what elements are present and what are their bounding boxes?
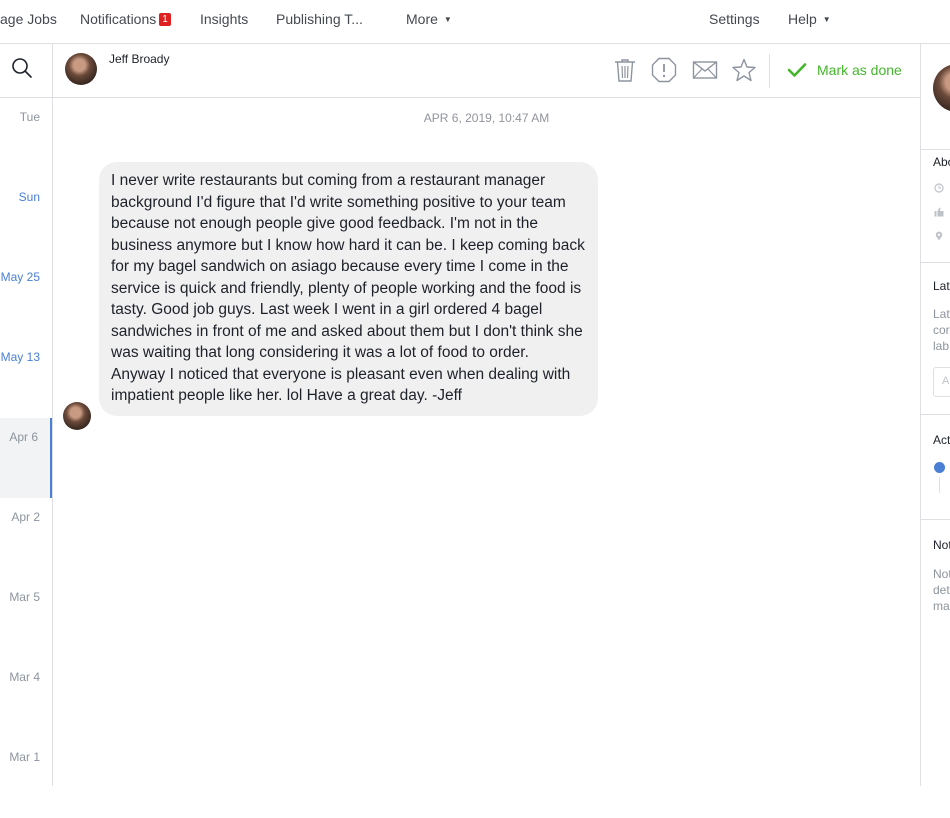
labels-description: Lat: [933, 307, 950, 321]
contact-name[interactable]: Jeff Broady: [109, 52, 169, 66]
conversation-header: Jeff Broady Mark as done: [53, 44, 920, 98]
add-label-placeholder: A: [942, 375, 950, 387]
date-label: Mar 5: [9, 590, 40, 604]
activity-dot: [934, 462, 945, 473]
date-item[interactable]: Sun: [0, 178, 52, 258]
nav-item-label: age Jobs: [0, 11, 57, 27]
clock-icon: [934, 183, 944, 193]
labels-description: lab: [933, 339, 950, 353]
nav-item-notifications[interactable]: Notifications 1: [80, 11, 171, 27]
date-item[interactable]: May 25: [0, 258, 52, 338]
date-item[interactable]: Mar 1: [0, 738, 52, 818]
activity-line: [939, 477, 940, 493]
date-item[interactable]: May 13: [0, 338, 52, 418]
star-icon[interactable]: [731, 57, 757, 83]
nav-item-label: More: [406, 11, 438, 27]
add-label-input[interactable]: A: [933, 367, 950, 397]
nav-item-label: Help: [788, 11, 817, 27]
date-item[interactable]: Tue: [0, 98, 52, 178]
nav-settings[interactable]: Settings: [709, 11, 760, 27]
mark-as-done-label: Mark as done: [817, 62, 902, 78]
divider: [921, 414, 950, 415]
divider: [921, 519, 950, 520]
report-spam-icon[interactable]: [651, 57, 677, 83]
nav-item-publishing-tools[interactable]: Publishing T...: [276, 11, 363, 27]
notes-description: ma: [933, 599, 950, 613]
notes-description: det: [933, 583, 950, 597]
labels-description: cor: [933, 323, 950, 337]
sender-avatar[interactable]: [63, 402, 91, 430]
nav-item-manage-jobs[interactable]: age Jobs: [0, 11, 57, 27]
contact-avatar-large[interactable]: [933, 64, 950, 112]
top-nav: age Jobs Notifications 1 Insights Publish…: [0, 0, 950, 44]
date-label: Sun: [18, 190, 40, 204]
nav-item-label: Notifications: [80, 11, 157, 27]
date-item-selected[interactable]: Apr 6: [0, 418, 52, 498]
trash-icon[interactable]: [612, 57, 638, 83]
activity-heading: Act: [933, 433, 950, 447]
date-item[interactable]: Mar 5: [0, 578, 52, 658]
divider: [921, 149, 950, 150]
caret-down-icon: ▼: [822, 15, 831, 24]
date-label: Apr 2: [11, 510, 40, 524]
mark-as-done-button[interactable]: Mark as done: [787, 58, 902, 82]
search-icon[interactable]: [10, 56, 34, 80]
date-label: May 13: [0, 350, 40, 364]
mail-icon[interactable]: [692, 57, 718, 83]
check-icon: [787, 63, 807, 77]
caret-down-icon: ▼: [443, 15, 452, 24]
date-label: May 25: [0, 270, 40, 284]
notes-heading: Not: [933, 538, 950, 552]
contact-details-panel: Abo Lat Lat cor lab A Act Not Not det ma: [920, 44, 950, 786]
date-label: Mar 4: [9, 670, 40, 684]
message-timestamp: APR 6, 2019, 10:47 AM: [423, 111, 550, 125]
message-bubble: I never write restaurants but coming fro…: [99, 162, 598, 416]
date-item[interactable]: Apr 2: [0, 498, 52, 578]
date-label: Tue: [19, 110, 40, 124]
location-pin-icon: [935, 231, 943, 241]
date-label: Mar 1: [9, 750, 40, 764]
labels-heading: Lat: [933, 279, 950, 293]
divider: [921, 262, 950, 263]
about-heading: Abo: [933, 155, 950, 169]
date-label: Apr 6: [9, 430, 38, 444]
nav-item-insights[interactable]: Insights: [200, 11, 248, 27]
nav-item-more[interactable]: More ▼: [406, 11, 452, 27]
conversation-date-list: Tue Sun May 25 May 13 Apr 6 Apr 2 Mar 5 …: [0, 44, 53, 786]
avatar[interactable]: [65, 53, 97, 85]
date-item[interactable]: Mar 4: [0, 658, 52, 738]
nav-item-label: Insights: [200, 11, 249, 27]
nav-item-label: Publishing T...: [276, 11, 363, 27]
divider: [769, 54, 770, 88]
thumbs-up-icon: [934, 207, 944, 217]
nav-help[interactable]: Help ▼: [788, 11, 831, 27]
notification-badge: 1: [159, 13, 171, 26]
notes-description: Not: [933, 567, 950, 581]
nav-item-label: Settings: [709, 11, 760, 27]
